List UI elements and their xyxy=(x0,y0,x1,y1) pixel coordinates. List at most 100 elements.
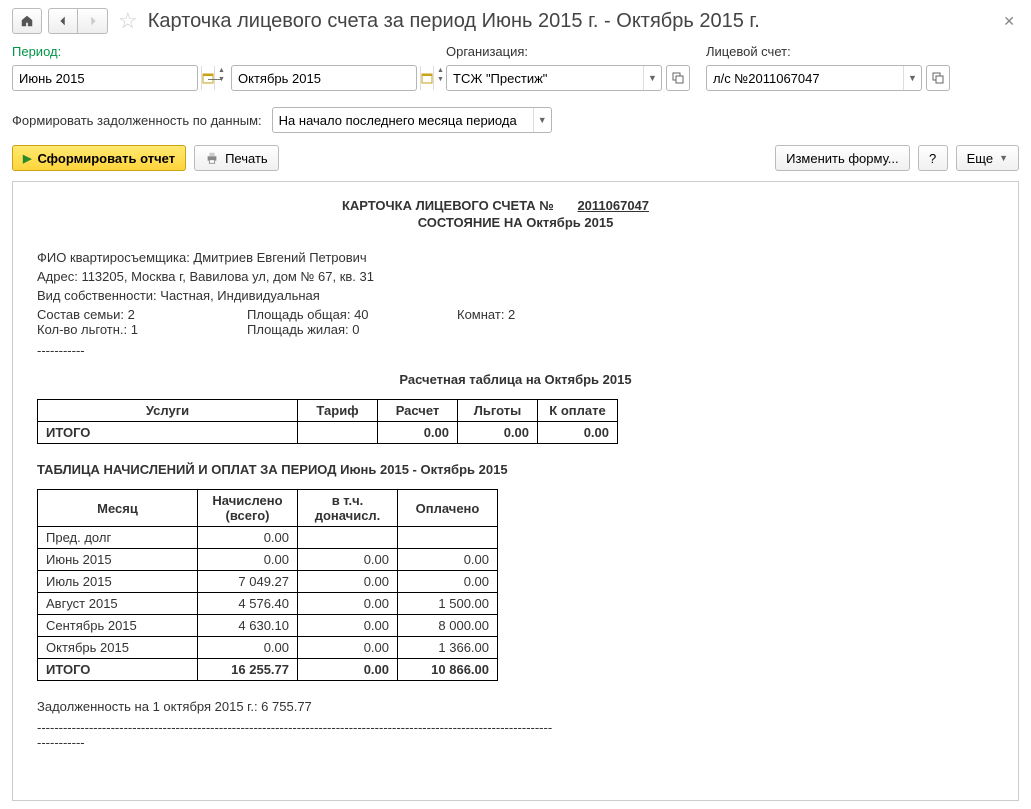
calc-total-row: ИТОГО 0.00 0.00 0.00 xyxy=(38,422,618,444)
open-account-button[interactable] xyxy=(926,65,950,91)
period-to-input[interactable] xyxy=(232,71,420,86)
account-input[interactable] xyxy=(707,71,903,86)
help-button[interactable]: ? xyxy=(918,145,948,171)
cell: 4 630.10 xyxy=(198,615,298,637)
dropdown-icon[interactable]: ▼ xyxy=(643,66,661,90)
calendar-icon[interactable] xyxy=(420,66,433,90)
col-tariff: Тариф xyxy=(298,400,378,422)
ownership-type: Вид собственности: Частная, Индивидуальн… xyxy=(37,288,994,303)
cell: 0.00 xyxy=(298,615,398,637)
cell: 0.00 xyxy=(298,571,398,593)
col-calc: Расчет xyxy=(378,400,458,422)
generate-button[interactable]: ▶ Сформировать отчет xyxy=(12,145,186,171)
cell: 0.00 xyxy=(298,659,398,681)
cell: 0.00 xyxy=(198,637,298,659)
account-label: Лицевой счет: xyxy=(706,44,950,59)
cell xyxy=(298,422,378,444)
cell xyxy=(298,527,398,549)
col-benefits: Льготы xyxy=(458,400,538,422)
filters-row: Период: ▲▼ — ▲▼ Организация: xyxy=(12,44,1019,91)
print-button[interactable]: Печать xyxy=(194,145,279,171)
col-paid: Оплачено xyxy=(398,490,498,527)
home-icon xyxy=(20,14,34,28)
more-button[interactable]: Еще ▼ xyxy=(956,145,1019,171)
period-from: ▲▼ xyxy=(12,65,198,91)
cell: Август 2015 xyxy=(38,593,198,615)
dropdown-icon[interactable]: ▼ xyxy=(533,108,551,132)
cell: 0.00 xyxy=(198,549,298,571)
table-row: Июль 20157 049.270.000.00 xyxy=(38,571,498,593)
table-row: Пред. долг0.00 xyxy=(38,527,498,549)
info-row-1: Состав семьи: 2 Площадь общая: 40 Комнат… xyxy=(37,307,994,322)
period-to-spinner[interactable]: ▲▼ xyxy=(433,66,447,90)
home-button[interactable] xyxy=(12,8,42,34)
org-column: Организация: ▼ xyxy=(446,44,690,91)
edit-form-label: Изменить форму... xyxy=(786,151,899,166)
cell: 10 866.00 xyxy=(398,659,498,681)
table-header-row: Услуги Тариф Расчет Льготы К оплате xyxy=(38,400,618,422)
cell: Июнь 2015 xyxy=(38,549,198,571)
cell: 0.00 xyxy=(298,549,398,571)
open-org-button[interactable] xyxy=(666,65,690,91)
close-button[interactable]: ✕ xyxy=(999,9,1019,34)
period-to: ▲▼ xyxy=(231,65,417,91)
debt-select-input[interactable] xyxy=(273,108,533,132)
org-input[interactable] xyxy=(447,71,643,86)
col-month: Месяц xyxy=(38,490,198,527)
table-row: Сентябрь 20154 630.100.008 000.00 xyxy=(38,615,498,637)
period-column: Период: ▲▼ — ▲▼ xyxy=(12,44,430,91)
account-select: ▼ xyxy=(706,65,950,91)
dropdown-icon[interactable]: ▼ xyxy=(903,66,921,90)
arrow-left-icon xyxy=(56,14,70,28)
cell: 1 366.00 xyxy=(398,637,498,659)
report-title-number: 2011067047 xyxy=(557,198,689,213)
cell xyxy=(398,527,498,549)
table-header-row: Месяц Начислено (всего) в т.ч. доначисл.… xyxy=(38,490,498,527)
back-button[interactable] xyxy=(48,8,78,34)
charges-table: Месяц Начислено (всего) в т.ч. доначисл.… xyxy=(37,489,498,681)
org-label: Организация: xyxy=(446,44,690,59)
debt-select: ▼ xyxy=(272,107,552,133)
info-row-2: Кол-во льготн.: 1 Площадь жилая: 0 xyxy=(37,322,994,337)
printer-icon xyxy=(205,151,219,165)
cell: 0.00 xyxy=(398,549,498,571)
table-row: Июнь 20150.000.000.00 xyxy=(38,549,498,571)
debt-row: Формировать задолженность по данным: ▼ xyxy=(12,107,1019,133)
cell: 8 000.00 xyxy=(398,615,498,637)
cell: ИТОГО xyxy=(38,422,298,444)
arrow-right-icon xyxy=(86,14,100,28)
report-title-prefix: КАРТОЧКА ЛИЦЕВОГО СЧЕТА № xyxy=(342,198,554,213)
chevron-down-icon: ▼ xyxy=(999,153,1008,163)
nav-group xyxy=(48,8,108,34)
toolbar: ▶ Сформировать отчет Печать Изменить фор… xyxy=(12,145,1019,171)
table-row: Октябрь 20150.000.001 366.00 xyxy=(38,637,498,659)
short-separator: ----------- xyxy=(37,735,994,750)
cell: 4 576.40 xyxy=(198,593,298,615)
cell: 0.00 xyxy=(298,593,398,615)
calc-table: Услуги Тариф Расчет Льготы К оплате ИТОГ… xyxy=(37,399,618,444)
cell: 0.00 xyxy=(398,571,498,593)
period-from-input[interactable] xyxy=(13,71,201,86)
area-total: Площадь общая: 40 xyxy=(247,307,457,322)
cell: 0.00 xyxy=(378,422,458,444)
more-label: Еще xyxy=(967,151,993,166)
col-topay: К оплате xyxy=(538,400,618,422)
report-area[interactable]: КАРТОЧКА ЛИЦЕВОГО СЧЕТА № 2011067047 СОС… xyxy=(12,181,1019,801)
cell: 0.00 xyxy=(198,527,298,549)
cell: Пред. долг xyxy=(38,527,198,549)
cell: ИТОГО xyxy=(38,659,198,681)
cell: 7 049.27 xyxy=(198,571,298,593)
table-row: Август 20154 576.400.001 500.00 xyxy=(38,593,498,615)
col-services: Услуги xyxy=(38,400,298,422)
cell: Октябрь 2015 xyxy=(38,637,198,659)
help-label: ? xyxy=(929,151,936,166)
tenant-name: ФИО квартиросъемщика: Дмитриев Евгений П… xyxy=(37,250,994,265)
edit-form-button[interactable]: Изменить форму... xyxy=(775,145,910,171)
report-state: СОСТОЯНИЕ НА Октябрь 2015 xyxy=(37,215,994,230)
forward-button[interactable] xyxy=(78,8,108,34)
print-label: Печать xyxy=(225,151,268,166)
account-column: Лицевой счет: ▼ xyxy=(706,44,950,91)
favorite-star-icon[interactable]: ☆ xyxy=(118,8,138,34)
col-charged: Начислено (всего) xyxy=(198,490,298,527)
period-inputs: ▲▼ — ▲▼ xyxy=(12,65,430,91)
